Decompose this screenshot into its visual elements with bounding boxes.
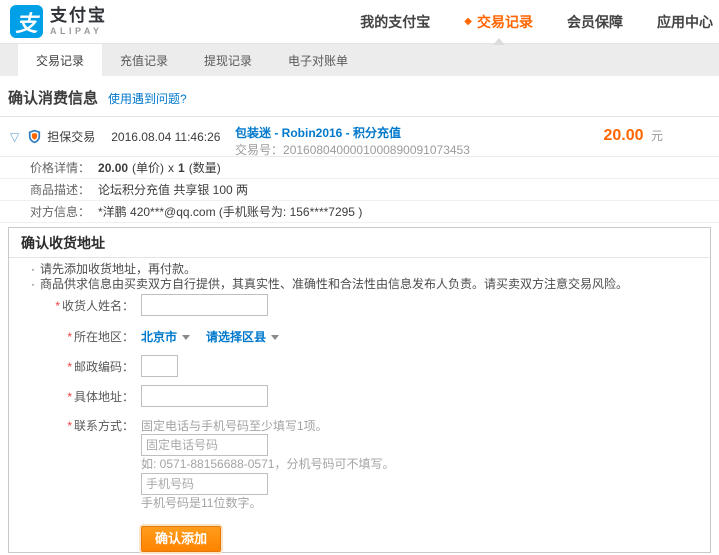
product-link[interactable]: 包装迷 - Robin2016 - 积分充值 [235,126,603,140]
confirm-address-box: 确认收货地址 · 请先添加收货地址，再付款。 · 商品供求信息由买卖双方自行提供，其… [8,227,711,553]
label-text: 收货人姓名： [61,298,134,313]
label-text: 具体地址： [73,389,134,404]
record-tabbar: 交易记录 充值记录 提现记录 电子对账单 [0,44,719,76]
street-address-input[interactable] [141,385,268,407]
transaction-summary-row: ▽ 担保交易 2016.08.04 11:46:26 包装迷 - Robin20… [0,117,719,157]
transaction-product-group: 包装迷 - Robin2016 - 积分充值 交易号：2016080400001… [235,126,603,157]
required-mark: * [67,419,72,433]
street-address-row: * 具体地址： [9,385,710,407]
required-mark: * [67,389,72,404]
top-nav: 我的支付宝 ◆ 交易记录 会员保障 应用中心 [326,0,713,44]
label-text: 联系方式： [73,419,134,433]
note-text: 商品供求信息由买卖双方自行提供，其真实性、准确性和合法性由信息发布人负责。请买卖… [40,277,629,291]
help-link[interactable]: 使用遇到问题? [108,90,187,107]
trade-number-label: 交易号： [235,143,284,157]
price-detail-row: 价格详情： 20.00 (单价) x 1 (数量) [0,157,719,179]
transaction-left-group: ▽ 担保交易 2016.08.04 11:46:26 [10,126,235,145]
landline-hint: 如: 0571-88156688-0571，分机号码可不填写。 [141,457,395,471]
recipient-name-label: * 收货人姓名： [9,297,141,314]
brand-block: 支付宝 ALIPAY [50,7,107,36]
required-mark: * [67,359,72,374]
transaction-type-label: 担保交易 [47,130,96,144]
price-qty-label: (数量) [188,160,221,175]
region-row: * 所在地区： 北京市 请选择区县 [9,328,710,345]
amount-currency: 元 [650,129,663,143]
nav-label: 交易记录 [477,13,533,30]
contact-hint: 固定电话与手机号码至少填写1项。 [141,418,328,433]
chevron-down-icon [271,335,280,341]
price-value: 20.00 [98,160,129,175]
counterparty-value: *洋鹏 420***@qq.com (手机账号为: 156****7295 ) [98,204,363,219]
trade-number-value: 2016080400001000890091073453 [283,143,470,157]
tab-e-statement[interactable]: 电子对账单 [270,44,366,76]
price-detail-label: 价格详情： [30,160,91,175]
recipient-name-row: * 收货人姓名： [9,294,710,316]
contact-row: * 联系方式： 固定电话与手机号码至少填写1项。 [9,417,710,434]
mobile-hint: 手机号码是11位数字。 [141,496,262,510]
trade-number-line: 交易号：2016080400001000890091073453 [235,143,603,157]
tab-transaction-records[interactable]: 交易记录 [18,44,103,76]
nav-label: 我的支付宝 [360,13,431,30]
transaction-datetime: 2016.08.04 11:46:26 [111,129,221,144]
nav-item-member-protection[interactable]: 会员保障 [567,0,623,44]
district-dropdown[interactable]: 请选择区县 [206,328,280,345]
note-line: · 商品供求信息由买卖双方自行提供，其真实性、准确性和合法性由信息发布人负责。请买… [31,277,696,292]
bullet-icon: · [31,262,35,276]
price-qty: 1 [178,160,185,175]
postcode-input[interactable] [141,355,178,377]
chevron-down-icon [182,335,191,341]
region-label: * 所在地区： [9,328,141,345]
nav-item-transaction-records[interactable]: ◆ 交易记录 [464,0,533,44]
amount-value: 20.00 [603,127,644,144]
landline-row [9,434,710,456]
required-mark: * [55,298,60,313]
brand-title: 支付宝 [50,6,107,25]
description-value: 论坛积分充值 共享银 100 两 [98,182,249,197]
nav-item-app-center[interactable]: 应用中心 [657,0,713,44]
nav-item-my-alipay[interactable]: 我的支付宝 [360,0,430,44]
label-text: 所在地区： [73,330,134,344]
district-placeholder: 请选择区县 [206,330,267,344]
price-times: x [168,160,175,175]
postcode-row: * 邮政编码： [9,355,710,377]
tab-withdraw-records[interactable]: 提现记录 [186,44,270,76]
address-box-title: 确认收货地址 [9,228,710,258]
note-line: · 请先添加收货地址，再付款。 [31,262,696,277]
street-address-label: * 具体地址： [9,388,141,405]
nav-label: 应用中心 [657,13,713,30]
counterparty-row: 对方信息： *洋鹏 420***@qq.com (手机账号为: 156****7… [0,201,719,223]
active-diamond-icon: ◆ [464,16,472,27]
page-title: 确认消费信息 [8,90,99,107]
address-notes: · 请先添加收货地址，再付款。 · 商品供求信息由买卖双方自行提供，其真实性、准确性… [9,258,710,292]
recipient-name-input[interactable] [141,294,268,316]
transaction-amount-group: 20.00 元 [603,126,663,145]
alipay-logo-icon[interactable]: 支 [10,5,43,38]
note-text: 请先添加收货地址，再付款。 [40,262,197,276]
nav-label: 会员保障 [567,13,623,30]
counterparty-label: 对方信息： [30,204,91,219]
required-mark: * [67,330,72,344]
description-row: 商品描述： 论坛积分充值 共享银 100 两 [0,179,719,201]
confirm-add-button[interactable]: 确认添加 [141,526,222,552]
expand-triangle-icon[interactable]: ▽ [10,130,19,144]
price-unit-label: (单价) [132,160,165,175]
province-value: 北京市 [141,330,178,344]
page-heading-row: 确认消费信息 使用遇到问题? [0,76,719,117]
description-label: 商品描述： [30,182,91,197]
bullet-icon: · [31,277,35,291]
landline-input[interactable] [141,434,268,456]
province-dropdown[interactable]: 北京市 [141,328,191,345]
postcode-label: * 邮政编码： [9,358,141,375]
guarantee-shield-icon [27,129,42,144]
brand-subtitle: ALIPAY [50,26,103,36]
mobile-input[interactable] [141,473,268,495]
contact-label: * 联系方式： [9,417,141,434]
tab-recharge-records[interactable]: 充值记录 [102,44,186,76]
label-text: 邮政编码： [73,359,134,374]
mobile-row [9,473,710,495]
top-header: 支 支付宝 ALIPAY 我的支付宝 ◆ 交易记录 会员保障 应用中心 [0,0,719,44]
